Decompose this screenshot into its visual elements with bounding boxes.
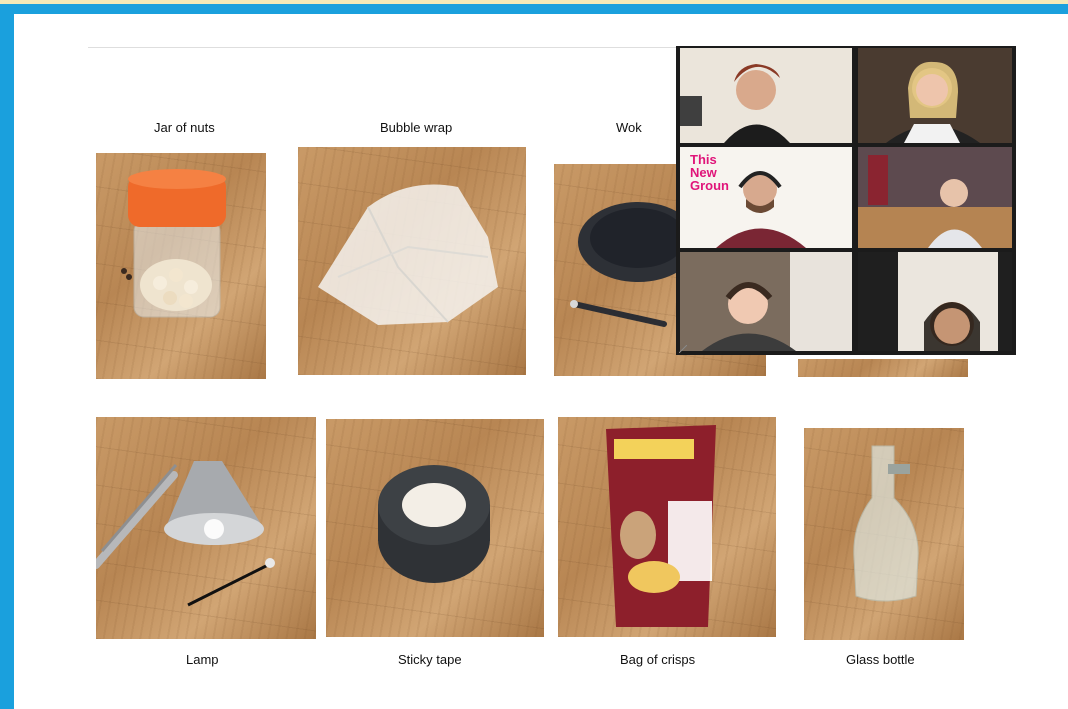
caption-bag-of-crisps: Bag of crisps [620,652,696,667]
photo-glass-bottle [804,428,964,640]
frame-top-strip [0,0,1068,4]
bag-of-crisps-image [606,425,716,627]
participant-tile-1[interactable] [680,48,852,143]
photo-jar-of-nuts [96,153,266,379]
photo-hidden-item [798,359,968,377]
logo-line-3: Groun [690,178,729,193]
photo-bubble-wrap [298,147,526,375]
participant-4-video [858,147,1012,248]
participant-2-video [858,48,1012,143]
caption-wok: Wok [616,120,642,135]
participant-1-video [680,48,852,143]
caption-bubble-wrap: Bubble wrap [380,120,453,135]
photo-bag-of-crisps [558,417,776,637]
caption-glass-bottle: Glass bottle [846,652,915,667]
caption-jar-of-nuts: Jar of nuts [154,120,215,135]
participant-tile-2[interactable] [858,48,1012,143]
participant-tile-3-active-speaker[interactable]: This New Groun [680,147,852,248]
jar-of-nuts-image [121,169,226,318]
participant-tile-5[interactable] [680,252,852,351]
photo-lamp [96,417,316,639]
participant-tile-6[interactable] [858,252,1012,351]
participant-5-video [680,252,852,351]
lamp-image [96,461,275,607]
video-panel-resize-handle[interactable] [679,345,687,353]
participant-6-video [858,252,1012,351]
glass-bottle-image [853,445,919,602]
caption-sticky-tape: Sticky tape [398,652,462,667]
video-call-grid[interactable]: This New Groun [676,46,1016,355]
outer-frame: Jar of nuts Bubble wrap Wok Lamp Sticky … [0,0,1068,709]
sticky-tape-image [378,465,490,583]
photo-sticky-tape [326,419,544,637]
participant-tile-4[interactable] [858,147,1012,248]
slide-divider [88,47,688,48]
bubble-wrap-image [318,184,498,325]
this-new-ground-logo: This New Groun [690,153,729,192]
caption-lamp: Lamp [186,652,219,667]
